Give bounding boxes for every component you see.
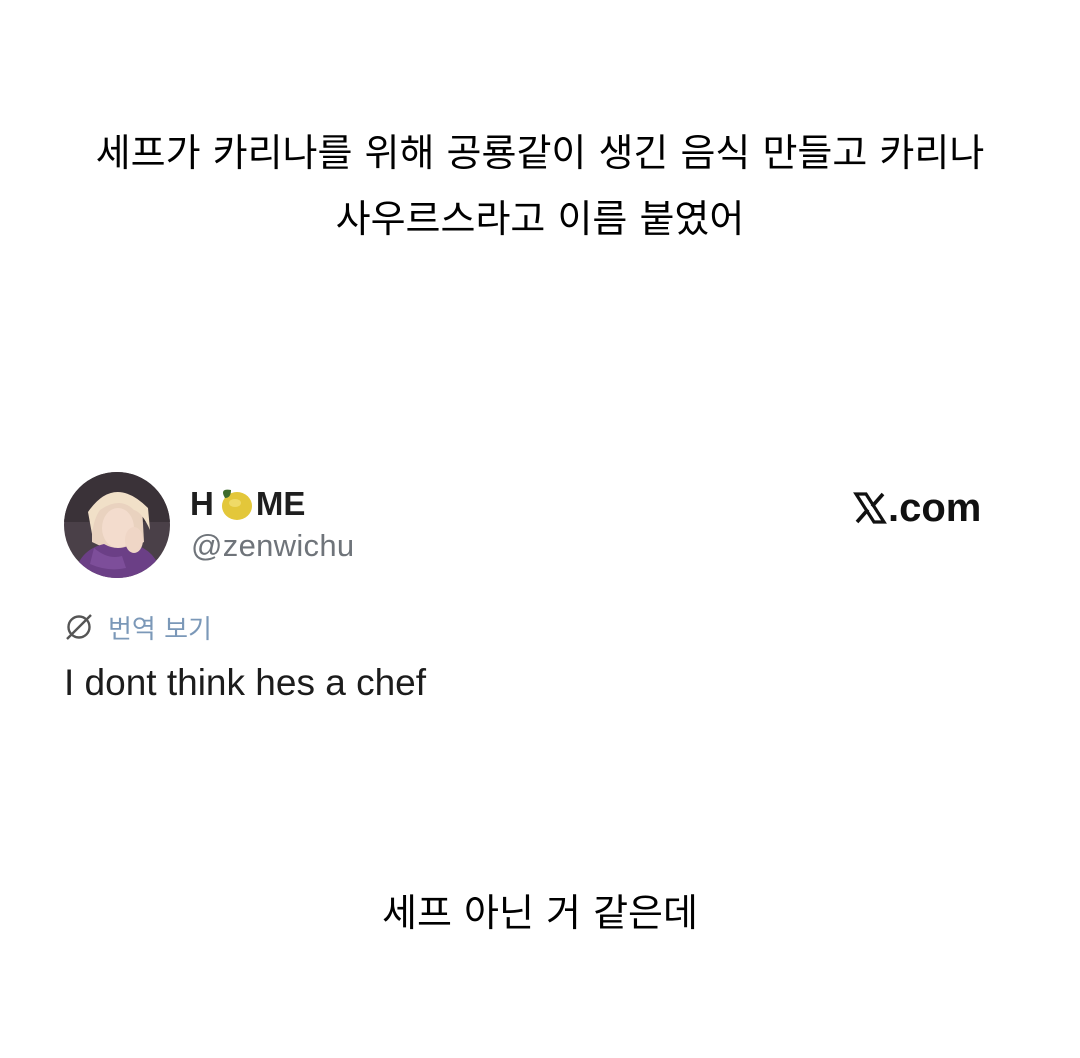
- display-name-right: ME: [255, 485, 306, 522]
- avatar[interactable]: [64, 472, 170, 578]
- display-name[interactable]: H ME: [190, 484, 305, 524]
- site-label-text: .com: [888, 485, 982, 530]
- tweet-text: I dont think hes a chef: [64, 662, 427, 703]
- site-label: .com: [852, 486, 981, 530]
- globe-icon: [66, 614, 92, 640]
- avatar-image: [64, 472, 170, 578]
- x-logo-icon: [852, 490, 888, 526]
- translate-label: 번역 보기: [108, 614, 212, 645]
- user-handle[interactable]: @zenwichu: [191, 528, 354, 564]
- caption-top-line-1: 세프가 카리나를 위해 공룡같이 생긴 음식 만들고 카리나: [95, 131, 985, 175]
- translate-link[interactable]: 번역 보기: [64, 609, 212, 645]
- display-name-left: H: [190, 485, 214, 522]
- caption-top-line-2: 사우르스라고 이름 붙였어: [335, 197, 745, 241]
- caption-top: 세프가 카리나를 위해 공룡같이 생긴 음식 만들고 카리나 사우르스라고 이름…: [0, 120, 1080, 252]
- caption-bottom: 세프 아닌 거 같은데: [382, 891, 698, 935]
- lemon-icon: [215, 484, 255, 524]
